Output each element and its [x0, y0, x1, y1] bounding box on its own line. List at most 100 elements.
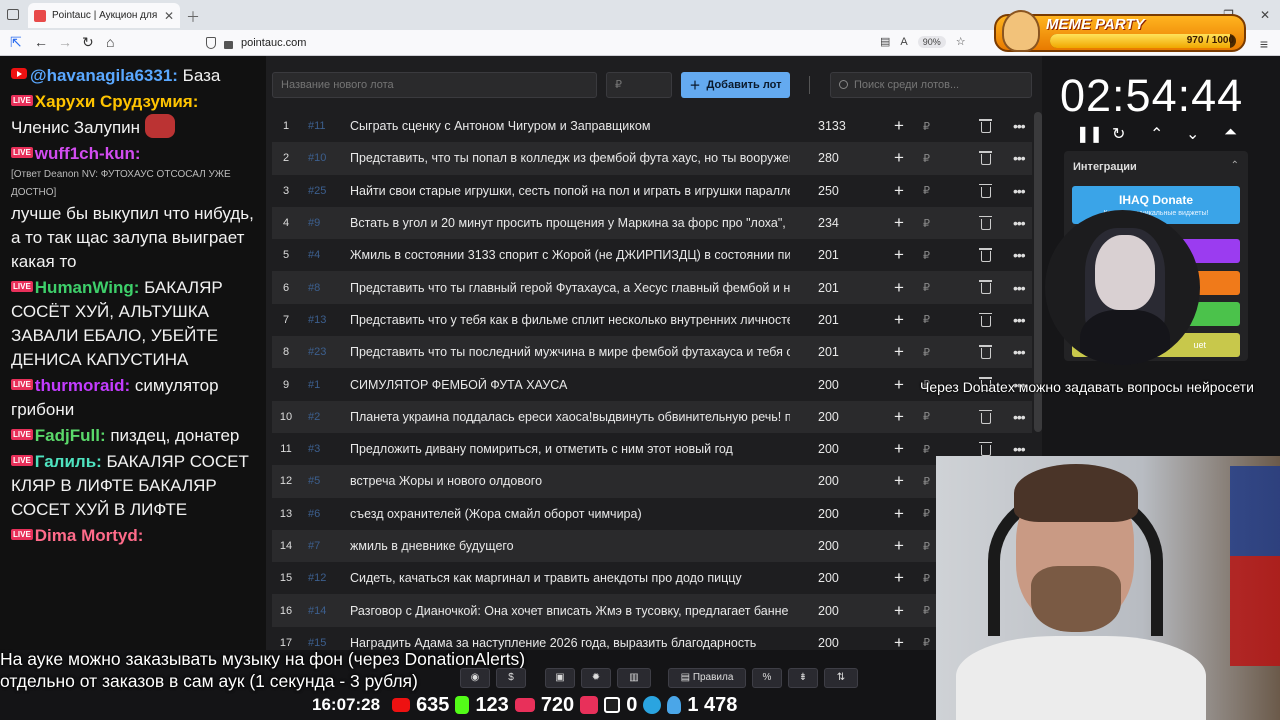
new-lot-name-input[interactable]	[272, 72, 597, 98]
lot-search-input[interactable]: Поиск среди лотов...	[830, 72, 1032, 98]
lot-row[interactable]: 9 #1 СИМУЛЯТОР ФЕМБОЙ ФУТА ХАУСА 200 + ₽ •••	[272, 368, 1032, 400]
add-amount-icon[interactable]: +	[894, 213, 904, 233]
add-amount-icon[interactable]: +	[894, 504, 904, 524]
trash-icon[interactable]	[979, 441, 992, 456]
new-tab-icon[interactable]: ＋	[186, 7, 200, 27]
address-bar[interactable]: pointauc.com	[200, 32, 970, 54]
lot-row[interactable]: 1 #11 Сыграть сценку с Антоном Чигуром и З…	[272, 110, 1032, 142]
lot-title[interactable]: Жмиль в состоянии 3133 спорит с Жорой (н…	[350, 248, 790, 262]
lot-row[interactable]: 5 #4 Жмиль в состоянии 3133 спорит с Жорой…	[272, 239, 1032, 271]
lot-title[interactable]: Найти свои старые игрушки, сесть попой н…	[350, 184, 790, 198]
ruble-icon[interactable]: ₽	[923, 152, 930, 165]
ruble-icon[interactable]: ₽	[923, 281, 930, 294]
lot-amount[interactable]: 200	[818, 539, 839, 553]
save-icon[interactable]: ▣	[545, 668, 575, 688]
trash-icon[interactable]	[979, 151, 992, 166]
lot-row[interactable]: 8 #23 Представить что ты последний мужчина…	[272, 336, 1032, 369]
trash-icon[interactable]	[979, 248, 992, 263]
forward-icon[interactable]: →	[58, 34, 72, 50]
close-window-icon[interactable]: ✕	[1260, 8, 1270, 22]
lot-title[interactable]: Представить что ты последний мужчина в м…	[350, 345, 790, 359]
lot-title[interactable]: съезд охранителей (Жора смайл оборот чим…	[350, 507, 790, 521]
timer-double-up-icon[interactable]: ⏶	[1224, 124, 1237, 142]
close-tab-icon[interactable]: ✕	[164, 9, 174, 23]
add-amount-icon[interactable]: +	[894, 245, 904, 265]
lot-row[interactable]: 2 #10 Представить, что ты попал в колледж …	[272, 142, 1032, 175]
bookmark-star-icon[interactable]: ☆	[956, 35, 966, 48]
ruble-icon[interactable]: ₽	[923, 249, 930, 262]
ruble-icon[interactable]: ₽	[923, 184, 930, 197]
add-amount-icon[interactable]: +	[894, 116, 904, 136]
timer-down-icon[interactable]: ⌄	[1186, 124, 1199, 144]
ruble-icon[interactable]: ₽	[923, 604, 930, 617]
lot-row[interactable]: 10 #2 Планета украина поддалась ереси хаос…	[272, 400, 1032, 433]
lot-amount[interactable]: 201	[818, 281, 839, 295]
trash-icon[interactable]	[979, 312, 992, 327]
more-options-icon[interactable]: •••	[1013, 344, 1026, 360]
chat-username[interactable]: FadjFull:	[35, 426, 106, 445]
zoom-level[interactable]: 90%	[917, 35, 946, 48]
add-amount-icon[interactable]: +	[894, 342, 904, 362]
add-amount-icon[interactable]: +	[894, 310, 904, 330]
lot-row[interactable]: 13 #6 съезд охранителей (Жора смайл оборот…	[272, 498, 1032, 530]
lot-title[interactable]: Сыграть сценку с Антоном Чигуром и Запра…	[350, 119, 790, 133]
lot-amount[interactable]: 200	[818, 604, 839, 618]
chat-username[interactable]: HumanWing:	[35, 278, 140, 297]
lot-amount[interactable]: 3133	[818, 119, 846, 133]
lot-title[interactable]: Встать в угол и 20 минут просить прощени…	[350, 216, 790, 230]
more-options-icon[interactable]: •••	[1013, 183, 1026, 199]
lot-amount[interactable]: 280	[818, 151, 839, 165]
ruble-icon[interactable]: ₽	[923, 443, 930, 456]
lot-amount[interactable]: 234	[818, 216, 839, 230]
trash-icon[interactable]	[979, 280, 992, 295]
sort-icon[interactable]: ⇅	[824, 668, 858, 688]
ruble-icon[interactable]: ₽	[923, 346, 930, 359]
trash-icon[interactable]	[979, 215, 992, 230]
add-amount-icon[interactable]: +	[894, 407, 904, 427]
home-icon[interactable]: ⌂	[106, 34, 114, 50]
lot-amount[interactable]: 200	[818, 636, 839, 650]
pause-icon[interactable]: ❚❚	[1076, 124, 1103, 144]
lot-amount[interactable]: 201	[818, 313, 839, 327]
lot-row[interactable]: 12 #5 встреча Жоры и нового олдового 200 + ₽	[272, 465, 1032, 498]
rules-button[interactable]: ▤ Правила	[668, 668, 746, 688]
add-amount-icon[interactable]: +	[894, 601, 904, 621]
lock-icon[interactable]	[224, 40, 233, 49]
lot-amount[interactable]: 200	[818, 410, 839, 424]
ruble-icon[interactable]: ₽	[923, 120, 930, 133]
lot-amount[interactable]: 200	[818, 378, 839, 392]
add-amount-icon[interactable]: +	[894, 439, 904, 459]
tab-list-icon[interactable]	[7, 9, 19, 20]
timer-up-icon[interactable]: ⌃	[1150, 124, 1163, 144]
lot-title[interactable]: Сидеть, качаться как маргинал и травить …	[350, 571, 790, 585]
lot-title[interactable]: СИМУЛЯТОР ФЕМБОЙ ФУТА ХАУСА	[350, 378, 790, 392]
lot-title[interactable]: Представить, что ты попал в колледж из ф…	[350, 151, 790, 165]
ruble-icon[interactable]: ₽	[923, 475, 930, 488]
reload-icon[interactable]: ↻	[82, 34, 94, 51]
chat-username[interactable]: @havanagila6331:	[30, 66, 178, 85]
ruble-icon[interactable]: ₽	[923, 636, 930, 649]
more-options-icon[interactable]: •••	[1013, 441, 1026, 457]
new-lot-amount-input[interactable]	[606, 72, 672, 98]
lot-row[interactable]: 15 #12 Сидеть, качаться как маргинал и тра…	[272, 562, 1032, 594]
lot-amount[interactable]: 200	[818, 507, 839, 521]
more-options-icon[interactable]: •••	[1013, 215, 1026, 231]
lot-amount[interactable]: 200	[818, 442, 839, 456]
chat-username[interactable]: Харухи Срудзумия:	[35, 92, 199, 111]
lot-amount[interactable]: 201	[818, 248, 839, 262]
trash-icon[interactable]	[979, 119, 992, 133]
lot-amount[interactable]: 250	[818, 184, 839, 198]
chat-username[interactable]: wuff1ch-kun:	[35, 144, 141, 163]
shield-icon[interactable]	[206, 37, 216, 49]
trash-icon[interactable]	[979, 345, 992, 360]
ruble-icon[interactable]: ₽	[923, 540, 930, 553]
lot-row[interactable]: 7 #13 Представить что у тебя как в фильме …	[272, 304, 1032, 336]
lot-title[interactable]: Разговор с Дианочкой: Она хочет вписать …	[350, 604, 790, 618]
back-icon[interactable]: ←	[34, 34, 48, 50]
reset-timer-icon[interactable]: ↻	[1112, 124, 1125, 144]
lot-title[interactable]: Планета украина поддалась ереси хаоса!вы…	[350, 410, 790, 424]
more-options-icon[interactable]: •••	[1013, 150, 1026, 166]
add-amount-icon[interactable]: +	[894, 278, 904, 298]
lot-row[interactable]: 16 #14 Разговор с Дианочкой: Она хочет впи…	[272, 594, 1032, 627]
add-amount-icon[interactable]: +	[894, 536, 904, 556]
